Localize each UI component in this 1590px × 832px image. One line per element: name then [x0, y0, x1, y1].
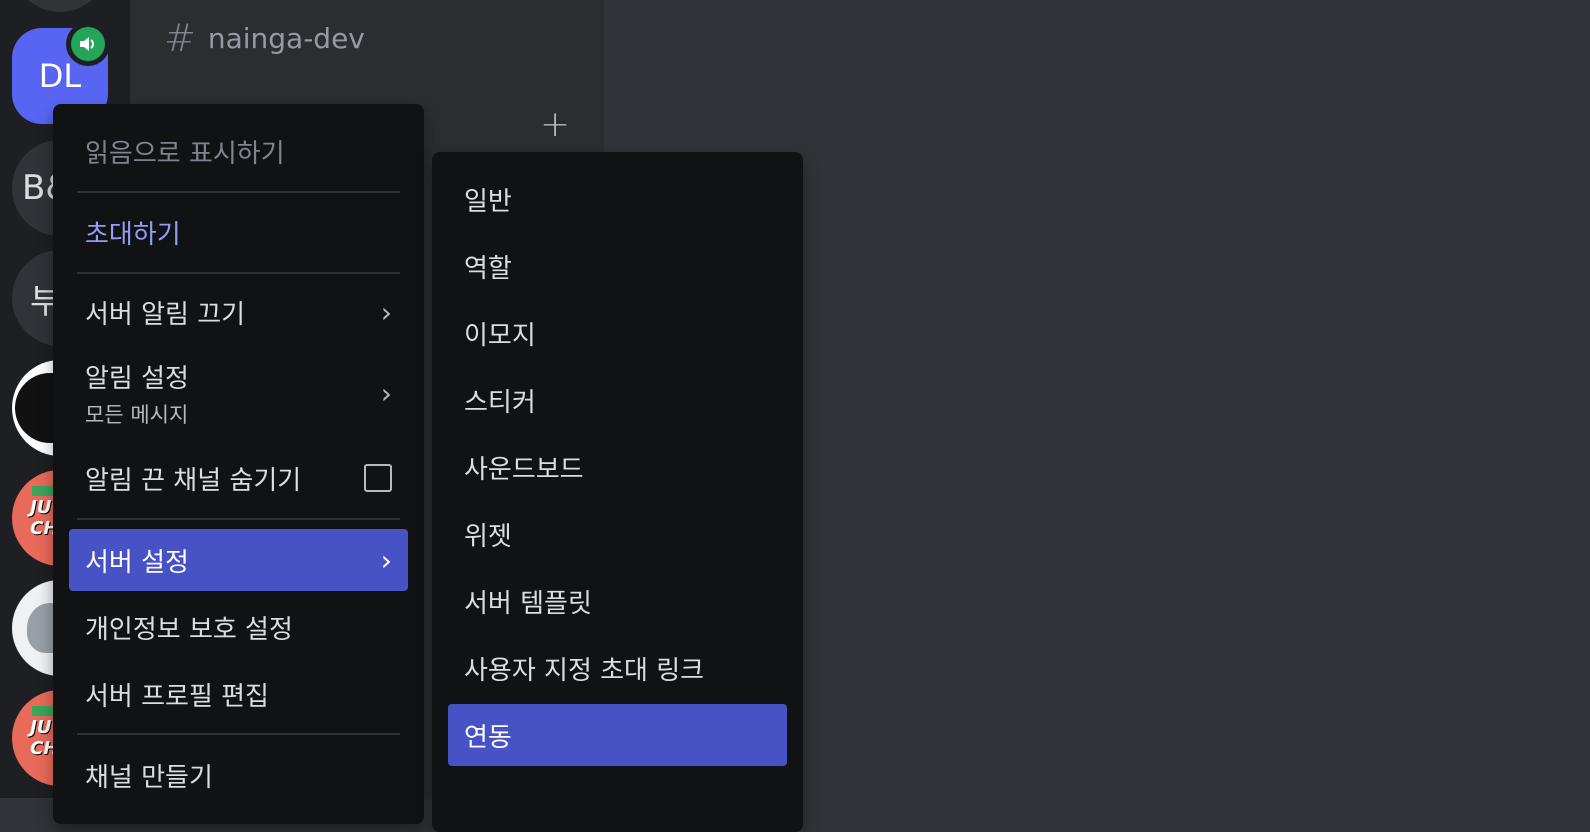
submenu-item-widget[interactable]: 위젯: [448, 503, 787, 565]
menu-item-mark-read[interactable]: 읽음으로 표시하기: [69, 120, 408, 182]
menu-divider: [77, 518, 400, 520]
submenu-item-label: 사용자 지정 초대 링크: [464, 655, 705, 686]
chevron-right-icon: ›: [380, 376, 392, 410]
channel-item-nainga-dev[interactable]: # nainga-dev: [164, 16, 365, 60]
submenu-item-custom-invite-link[interactable]: 사용자 지정 초대 링크: [448, 637, 787, 699]
submenu-item-stickers[interactable]: 스티커: [448, 369, 787, 431]
menu-item-privacy-settings[interactable]: 개인정보 보호 설정: [69, 596, 408, 658]
submenu-item-label: 역할: [464, 253, 512, 284]
menu-item-mute-server[interactable]: 서버 알림 끄기 ›: [69, 281, 408, 343]
submenu-item-roles[interactable]: 역할: [448, 235, 787, 297]
server-context-menu: 읽음으로 표시하기 초대하기 서버 알림 끄기 › 알림 설정 모든 메시지 ›…: [53, 104, 424, 824]
menu-divider: [77, 272, 400, 274]
menu-item-label: 채널 만들기: [85, 762, 213, 793]
chevron-right-icon: ›: [380, 295, 392, 329]
challenge-badge-icon: [32, 706, 54, 716]
menu-item-label: 알림 끈 채널 숨기기: [85, 465, 302, 496]
menu-item-label: 읽음으로 표시하기: [85, 138, 285, 169]
submenu-item-server-template[interactable]: 서버 템플릿: [448, 570, 787, 632]
menu-item-label: 서버 알림 끄기: [85, 299, 246, 330]
menu-item-label: 서버 프로필 편집: [85, 681, 269, 712]
submenu-item-label: 위젯: [464, 521, 512, 552]
chevron-right-icon: ›: [380, 543, 392, 577]
menu-item-hide-muted-channels[interactable]: 알림 끈 채널 숨기기: [69, 447, 408, 509]
menu-divider: [77, 191, 400, 193]
submenu-item-integrations[interactable]: 연동: [448, 704, 787, 766]
submenu-item-label: 이모지: [464, 320, 536, 351]
submenu-item-label: 일반: [464, 186, 512, 217]
menu-item-sublabel: 모든 메시지: [85, 402, 189, 427]
submenu-item-general[interactable]: 일반: [448, 168, 787, 230]
submenu-item-label: 사운드보드: [464, 454, 584, 485]
menu-item-edit-server-profile[interactable]: 서버 프로필 편집: [69, 663, 408, 725]
submenu-item-soundboard[interactable]: 사운드보드: [448, 436, 787, 498]
menu-item-invite[interactable]: 초대하기: [69, 201, 408, 263]
server-icon-top[interactable]: [12, 0, 108, 12]
server-initials-dl: DL: [38, 57, 82, 95]
menu-item-label: 알림 설정: [85, 363, 189, 394]
submenu-item-label: 서버 템플릿: [464, 588, 592, 619]
submenu-item-emoji[interactable]: 이모지: [448, 302, 787, 364]
challenge-badge-icon: [32, 486, 54, 496]
server-settings-submenu: 일반 역할 이모지 스티커 사운드보드 위젯 서버 템플릿 사용자 지정 초대 …: [432, 152, 803, 832]
menu-item-label: 초대하기: [85, 219, 181, 250]
menu-item-notification-settings[interactable]: 알림 설정 모든 메시지 ›: [69, 350, 408, 436]
add-channel-plus-icon[interactable]: +: [540, 104, 570, 145]
submenu-item-label: 연동: [464, 722, 512, 753]
menu-item-label: 서버 설정: [85, 547, 189, 578]
hash-icon: #: [164, 16, 196, 60]
voice-speaker-icon: [66, 22, 110, 66]
menu-item-server-settings[interactable]: 서버 설정 ›: [69, 529, 408, 591]
menu-item-label: 개인정보 보호 설정: [85, 614, 293, 645]
menu-item-create-channel[interactable]: 채널 만들기: [69, 744, 408, 806]
checkbox-icon[interactable]: [364, 464, 392, 492]
channel-name: nainga-dev: [207, 21, 365, 55]
menu-divider: [77, 733, 400, 735]
submenu-item-label: 스티커: [464, 387, 536, 418]
